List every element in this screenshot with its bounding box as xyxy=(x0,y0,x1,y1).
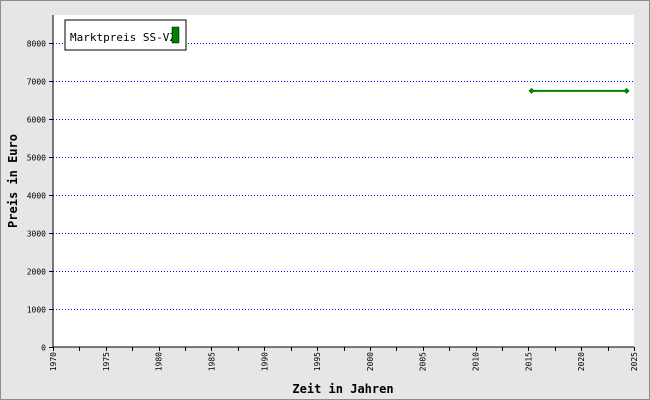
x-tick-label: 2005 xyxy=(419,352,428,371)
plot-area xyxy=(53,15,634,347)
legend-label: Marktpreis SS-VZ xyxy=(70,31,176,44)
y-tick-label: 1000 xyxy=(27,306,46,315)
legend-swatch xyxy=(171,26,180,44)
x-tick-label: 1985 xyxy=(207,352,216,371)
x-axis-ticks: 1970 1975 1980 1985 1990 1995 2000 2005 2010 2015… xyxy=(49,347,639,371)
x-tick-label: 1990 xyxy=(260,352,269,371)
y-tick-label: 2000 xyxy=(27,268,46,277)
x-tick-label: 2020 xyxy=(577,352,586,371)
y-tick-label: 4000 xyxy=(27,192,46,201)
y-tick-label: 6000 xyxy=(27,116,46,125)
x-axis-title: Zeit in Jahren xyxy=(292,382,393,396)
y-tick-label: 0 xyxy=(41,344,46,353)
x-tick-label: 1980 xyxy=(155,352,164,371)
x-tick-label: 2025 xyxy=(630,352,639,371)
x-tick-label: 1970 xyxy=(49,352,58,371)
y-axis-ticks: 0 1000 2000 3000 4000 5000 6000 7000 8000 xyxy=(27,40,53,353)
y-axis-title: Preis in Euro xyxy=(6,134,20,228)
x-tick-label: 1995 xyxy=(313,352,322,371)
x-tick-label: 2015 xyxy=(524,352,533,371)
x-tick-label: 1975 xyxy=(102,352,111,371)
y-tick-label: 7000 xyxy=(27,78,46,87)
legend: Marktpreis SS-VZ xyxy=(64,19,187,51)
x-tick-label: 2010 xyxy=(472,352,481,371)
y-tick-label: 3000 xyxy=(27,230,46,239)
y-tick-label: 8000 xyxy=(27,40,46,49)
y-tick-label: 5000 xyxy=(27,154,46,163)
line-chart: 1970 1975 1980 1985 1990 1995 2000 2005 2010 2015… xyxy=(6,15,639,396)
x-tick-label: 2000 xyxy=(366,352,375,371)
